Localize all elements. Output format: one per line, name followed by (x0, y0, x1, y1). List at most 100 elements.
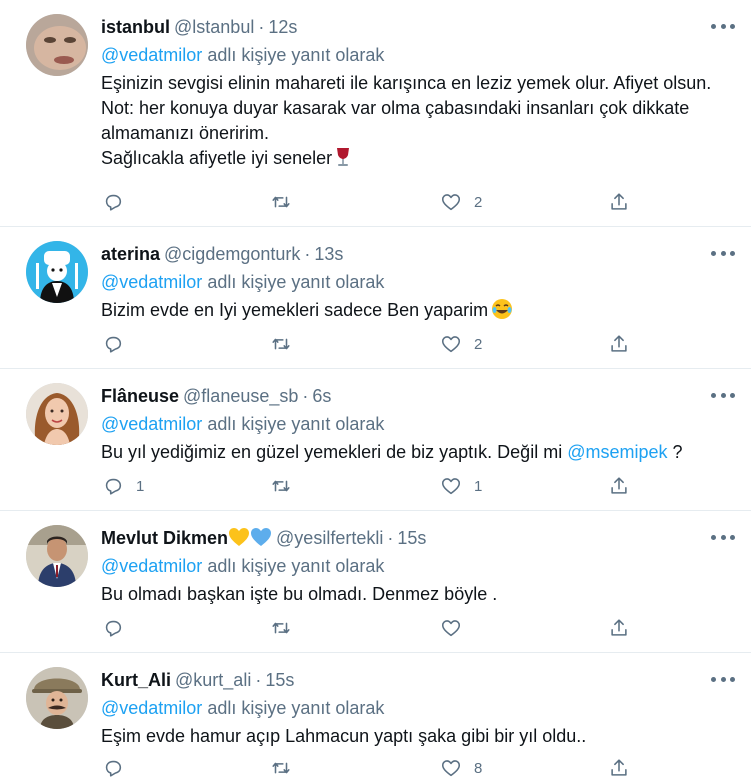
tweet-actions: 2 (100, 332, 640, 356)
share-button[interactable] (608, 474, 630, 498)
share-icon (611, 477, 627, 494)
reply-icon (105, 194, 122, 211)
share-icon (611, 193, 627, 210)
like-count: 2 (474, 193, 483, 211)
like-icon (441, 620, 461, 637)
like-button[interactable]: 2 (440, 190, 482, 214)
replying-to: @vedatmilor adlı kişiye yanıt olarak (101, 696, 384, 720)
user-handle[interactable]: @flaneuse_sb (183, 386, 298, 406)
display-name[interactable]: aterina (101, 244, 160, 264)
avatar[interactable] (26, 667, 88, 729)
reply-to-mention[interactable]: @vedatmilor (101, 698, 202, 718)
tweet-text-line: almamanızı öneririm. (101, 123, 270, 143)
hearts-emoji (228, 527, 272, 552)
retweet-button[interactable] (270, 332, 304, 356)
more-options-icon[interactable] (711, 671, 735, 687)
tweet-text: Bu olmadı başkan işte bu olmadı. Denmez … (101, 582, 741, 607)
reply-to-label: adlı kişiye yanıt olarak (207, 272, 385, 292)
like-count: 1 (474, 477, 483, 495)
separator: · (387, 528, 394, 548)
tweet-kurt-ali[interactable]: Kurt_Ali @kurt_ali · 15s @vedatmilor adlı k… (0, 653, 751, 782)
retweet-icon (272, 480, 290, 492)
more-options-icon[interactable] (711, 18, 735, 34)
timestamp[interactable]: 15s (265, 670, 294, 690)
tweet-mevlut-dikmen[interactable]: Mevlut Dikmen @yesilfertekli · 15s @vedatmi… (0, 511, 751, 653)
reply-button[interactable] (102, 616, 136, 640)
timestamp[interactable]: 15s (397, 528, 426, 548)
reply-count: 1 (136, 477, 145, 495)
user-handle[interactable]: @kurt_ali (175, 670, 251, 690)
tweet-text: Bu yıl yediğimiz en güzel yemekleri de b… (101, 440, 741, 465)
like-button[interactable] (440, 616, 474, 640)
retweet-button[interactable] (270, 474, 304, 498)
share-button[interactable] (608, 190, 630, 214)
reply-button[interactable] (102, 332, 136, 356)
display-name[interactable]: Kurt_Ali (101, 670, 171, 690)
reply-icon (105, 760, 122, 777)
tweet-text: Eşinizin sevgisi elinin mahareti ile kar… (101, 71, 741, 174)
retweet-button[interactable] (270, 756, 304, 780)
retweet-icon (272, 196, 290, 208)
more-options-icon[interactable] (711, 245, 735, 261)
tweet-header: Kurt_Ali @kurt_ali · 15s (101, 669, 701, 691)
like-button[interactable]: 8 (440, 756, 482, 780)
tweet-header: istanbul @lstanbul · 12s (101, 16, 701, 38)
reply-to-mention[interactable]: @vedatmilor (101, 45, 202, 65)
reply-icon (105, 620, 122, 637)
tweet-text-line: Bu yıl yediğimiz en güzel yemekleri de b… (101, 442, 683, 462)
tweet-actions: 1 1 (100, 474, 640, 498)
separator: · (304, 244, 311, 264)
share-icon (611, 759, 627, 776)
more-options-icon[interactable] (711, 529, 735, 545)
tweet-actions: 2 (100, 190, 640, 214)
tears-of-joy-emoji (491, 298, 513, 327)
user-handle[interactable]: @lstanbul (174, 17, 254, 37)
display-name[interactable]: Flâneuse (101, 386, 179, 406)
tweet-text-line: Eşinizin sevgisi elinin mahareti ile kar… (101, 73, 712, 93)
avatar[interactable] (26, 525, 88, 587)
reply-to-label: adlı kişiye yanıt olarak (207, 414, 385, 434)
tweet-flaneuse[interactable]: Flâneuse @flaneuse_sb · 6s @vedatmilor adlı… (0, 369, 751, 511)
inline-mention[interactable]: @msemipek (567, 442, 667, 462)
timestamp[interactable]: 12s (268, 17, 297, 37)
retweet-icon (272, 622, 290, 634)
reply-button[interactable] (102, 756, 136, 780)
avatar[interactable] (26, 383, 88, 445)
replying-to: @vedatmilor adlı kişiye yanıt olarak (101, 270, 384, 294)
reply-to-mention[interactable]: @vedatmilor (101, 556, 202, 576)
like-icon (441, 194, 461, 211)
more-options-icon[interactable] (711, 387, 735, 403)
retweet-icon (272, 762, 290, 774)
share-button[interactable] (608, 756, 630, 780)
like-button[interactable]: 2 (440, 332, 482, 356)
avatar[interactable] (26, 241, 88, 303)
user-handle[interactable]: @yesilfertekli (276, 528, 383, 548)
tweet-actions: 8 (100, 756, 640, 780)
reply-to-mention[interactable]: @vedatmilor (101, 414, 202, 434)
reply-to-label: adlı kişiye yanıt olarak (207, 556, 385, 576)
tweet-text: Eşim evde hamur açıp Lahmacun yaptı şaka… (101, 724, 741, 749)
retweet-button[interactable] (270, 616, 304, 640)
retweet-button[interactable] (270, 190, 304, 214)
reply-to-mention[interactable]: @vedatmilor (101, 272, 202, 292)
like-icon (441, 336, 461, 353)
share-button[interactable] (608, 616, 630, 640)
user-handle[interactable]: @cigdemgonturk (164, 244, 300, 264)
tweet-aterina[interactable]: aterina @cigdemgonturk · 13s @vedatmilor ad… (0, 227, 751, 369)
display-name[interactable]: istanbul (101, 17, 170, 37)
display-name[interactable]: Mevlut Dikmen (101, 528, 228, 548)
tweet-text-line: Sağlıcakla afiyetle iyi seneler (101, 146, 741, 174)
tweet-istanbul[interactable]: istanbul @lstanbul · 12s @vedatmilor adlı k… (0, 0, 751, 227)
reply-button[interactable] (102, 190, 136, 214)
share-button[interactable] (608, 332, 630, 356)
avatar[interactable] (26, 14, 88, 76)
like-button[interactable]: 1 (440, 474, 482, 498)
wine-glass-emoji (334, 147, 352, 174)
timestamp[interactable]: 13s (314, 244, 343, 264)
timestamp[interactable]: 6s (312, 386, 331, 406)
share-icon (611, 335, 627, 352)
reply-to-label: adlı kişiye yanıt olarak (207, 698, 385, 718)
tweet-text-line: Bu olmadı başkan işte bu olmadı. Denmez … (101, 584, 498, 604)
reply-button[interactable]: 1 (102, 474, 144, 498)
replying-to: @vedatmilor adlı kişiye yanıt olarak (101, 43, 384, 67)
